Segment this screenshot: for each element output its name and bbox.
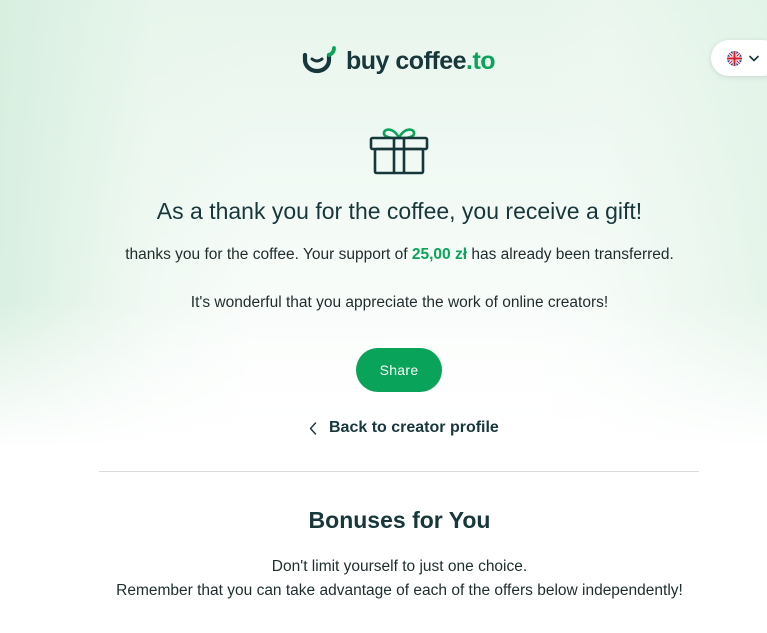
bonuses-description: Don't limit yourself to just one choice.…: [0, 555, 767, 603]
support-suffix: has already been transferred.: [471, 246, 674, 263]
logo-brand-text: buy coffee: [346, 46, 467, 75]
chevron-down-icon: [749, 55, 759, 61]
support-amount: 25,00 zł: [411, 246, 468, 263]
chevron-left-icon: [309, 421, 317, 435]
gift-icon: [369, 128, 429, 175]
thank-you-headline: As a thank you for the coffee, you recei…: [156, 198, 643, 224]
logo-tld-text: .to: [466, 46, 496, 75]
background-left-glow: [0, 0, 250, 633]
bonuses-line-2: Remember that you can take advantage of …: [116, 582, 683, 599]
logo-wordmark: buy coffee.to: [346, 46, 496, 76]
back-link-label: Back to creator profile: [329, 419, 499, 436]
section-divider: [99, 471, 699, 472]
coffee-cup-icon: [302, 46, 336, 74]
background-right-glow: [537, 0, 767, 633]
uk-flag-icon: [727, 50, 742, 66]
bonuses-title: Bonuses for You: [308, 507, 491, 533]
language-selector[interactable]: [711, 40, 767, 76]
support-prefix: thanks you for the coffee. Your support …: [125, 246, 408, 263]
appreciation-message: It's wonderful that you appreciate the w…: [190, 294, 609, 311]
support-message: thanks you for the coffee. Your support …: [0, 246, 767, 264]
bonuses-line-1: Don't limit yourself to just one choice.: [271, 558, 528, 575]
brand-logo[interactable]: buy coffee.to: [302, 44, 496, 78]
share-button[interactable]: Share: [356, 348, 442, 392]
back-to-profile-link[interactable]: Back to creator profile: [309, 416, 499, 440]
